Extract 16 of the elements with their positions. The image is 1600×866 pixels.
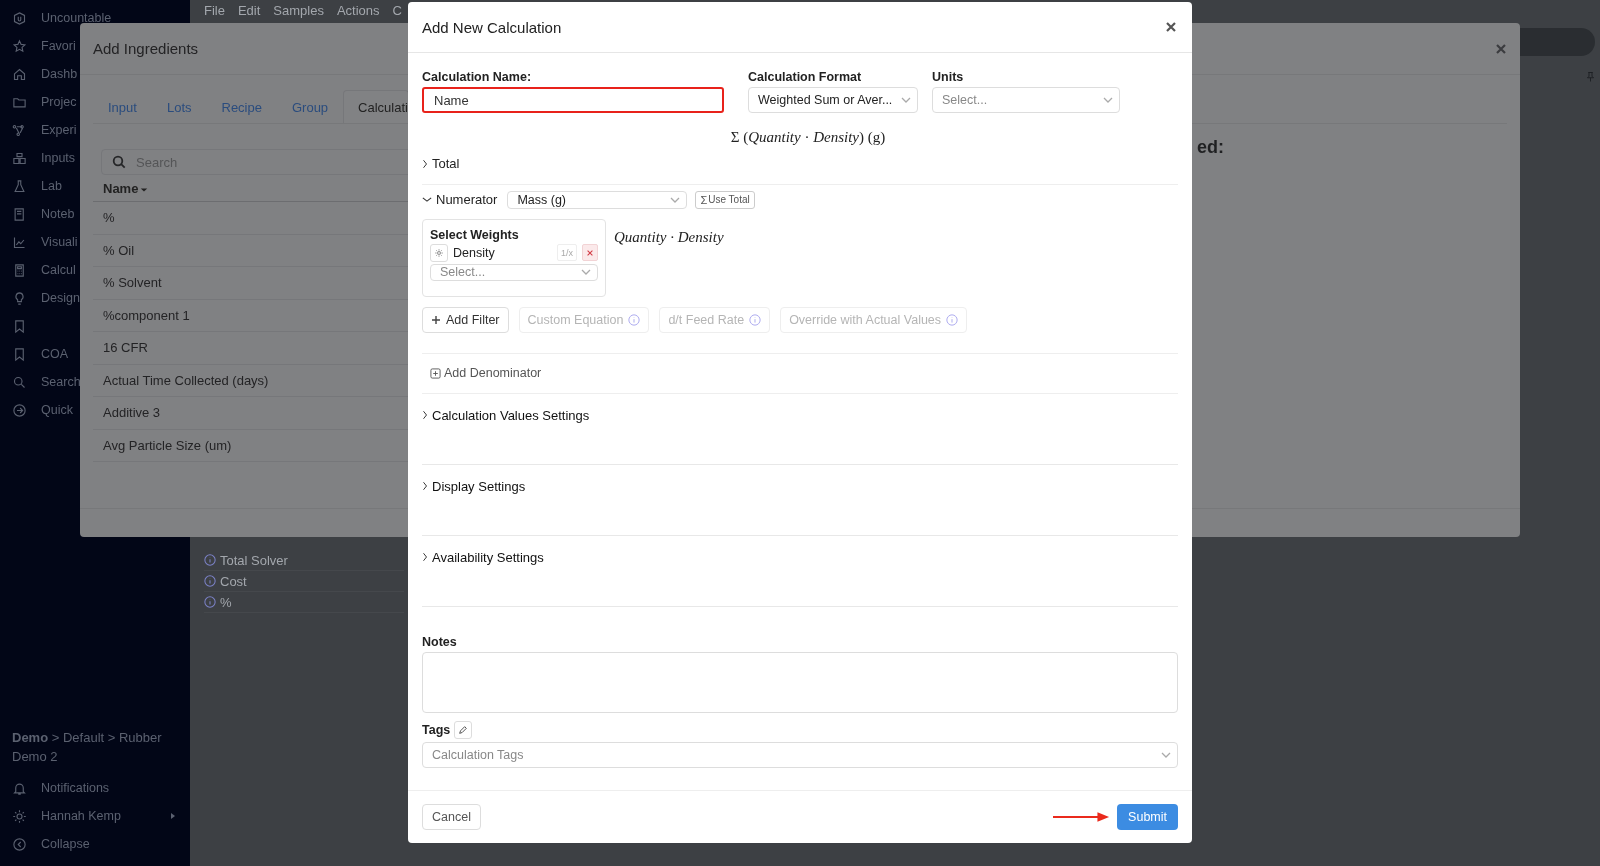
field-label: Calculation Name: [422, 70, 533, 84]
field-label: Calculation Format [748, 70, 863, 84]
field-label: Units [932, 70, 965, 84]
formula: Σ (Quantity · Density) (g) [730, 128, 886, 146]
dialog-title: Add New Calculation [422, 18, 562, 36]
formula: Quantity · Density [614, 228, 724, 247]
list-item: Total Solver [220, 552, 288, 568]
heading-text: ed: [1197, 137, 1224, 158]
list-item: Cost [220, 573, 247, 589]
list-item: % [220, 594, 232, 610]
field-label: Tags [422, 722, 451, 737]
field-label: Notes [422, 634, 458, 649]
breadcrumb: Demo > Default > Rubber Demo 2 [11, 729, 163, 766]
weight-name: Density [453, 245, 496, 260]
dialog-title: Add Ingredients [93, 40, 199, 57]
panel-title: Select Weights [430, 227, 520, 242]
